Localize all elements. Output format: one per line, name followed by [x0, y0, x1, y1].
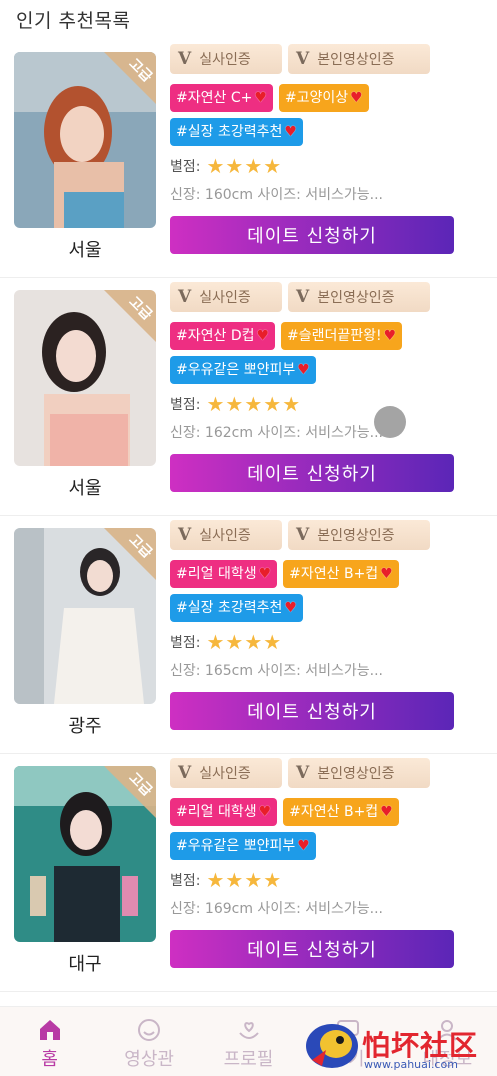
grade-ribbon: 고급	[102, 766, 156, 820]
size-info: 신장: 160cm 사이즈: 서비스가능...	[170, 187, 383, 203]
tag-chip: #우유같은 뽀얀피부 ♥	[170, 356, 316, 384]
profile-photo[interactable]: 고급	[14, 528, 156, 704]
tag-chip: #자연산 D컵 ♥	[170, 322, 276, 350]
smile-icon	[138, 1019, 161, 1041]
rating: 별점: ★★★★	[170, 868, 460, 892]
star-icons: ★★★★	[206, 630, 283, 654]
verified-v-icon: V	[178, 49, 192, 69]
photo-verified-badge: V 실사인증	[170, 520, 282, 550]
city-label: 서울	[68, 478, 102, 499]
photo-verified-badge: V 실사인증	[170, 758, 282, 788]
profile-list: 고급 서울 V 실사인증 V 본인영상인증 #자연산 C+ ♥ #고양이상 ♥ #실장 …	[0, 40, 497, 992]
tag-chip: #리얼 대학생 ♥	[170, 560, 278, 588]
video-verified-badge: V 본인영상인증	[288, 282, 430, 312]
profile-card[interactable]: 고급 서울 V 실사인증 V 본인영상인증 #자연산 C+ ♥ #고양이상 ♥ #실장 …	[0, 40, 497, 278]
date-request-button[interactable]: 데이트 신청하기	[170, 454, 454, 492]
verified-v-icon: V	[296, 763, 310, 783]
heart-icon: ♥	[256, 328, 270, 344]
grade-ribbon: 고급	[102, 528, 156, 582]
rating: 별점: ★★★★	[170, 154, 460, 178]
star-icons: ★★★★	[206, 154, 283, 178]
verified-v-icon: V	[178, 287, 192, 307]
tag-chip: #리얼 대학생 ♥	[170, 798, 278, 826]
watermark-logo-icon	[306, 1024, 358, 1068]
tag-chip: #자연산 B+컵 ♥	[283, 798, 399, 826]
tab-video[interactable]: 영상관	[99, 1007, 198, 1076]
date-request-button[interactable]: 데이트 신청하기	[170, 216, 454, 254]
heart-icon: ♥	[258, 804, 272, 820]
heart-icon: ♥	[380, 566, 393, 582]
photo-verified-badge: V 실사인증	[170, 282, 282, 312]
heart-icon: ♥	[284, 600, 297, 616]
heart-icon: ♥	[254, 90, 267, 106]
size-info: 신장: 162cm 사이즈: 서비스가능...	[170, 425, 383, 441]
date-request-button[interactable]: 데이트 신청하기	[170, 692, 454, 730]
verified-v-icon: V	[296, 49, 310, 69]
video-verified-badge: V 본인영상인증	[288, 758, 430, 788]
date-request-button[interactable]: 데이트 신청하기	[170, 930, 454, 968]
page-title: 인기 추천목록	[16, 10, 131, 32]
tab-profile[interactable]: 프로필	[199, 1007, 298, 1076]
grade-ribbon: 고급	[102, 290, 156, 344]
verified-v-icon: V	[296, 287, 310, 307]
video-verified-badge: V 본인영상인증	[288, 44, 430, 74]
profile-card[interactable]: 고급 광주 V 실사인증 V 본인영상인증 #리얼 대학생 ♥ #자연산 B+컵 ♥ #…	[0, 516, 497, 754]
touch-indicator	[374, 406, 406, 438]
heart-icon: ♥	[284, 124, 297, 140]
tag-chip: #실장 초강력추천 ♥	[170, 594, 303, 622]
tag-chip: #자연산 C+ ♥	[170, 84, 273, 112]
video-verified-badge: V 본인영상인증	[288, 520, 430, 550]
heart-icon: ♥	[258, 566, 272, 582]
size-info: 신장: 165cm 사이즈: 서비스가능...	[170, 663, 383, 679]
size-info: 신장: 169cm 사이즈: 서비스가능...	[170, 901, 383, 917]
watermark: 怕坏社区 www.pahuai.com	[302, 1012, 497, 1076]
tab-home[interactable]: 홈	[0, 1007, 99, 1076]
rating: 별점: ★★★★	[170, 630, 460, 654]
star-icons: ★★★★	[206, 868, 283, 892]
tag-chip: #고양이상 ♥	[278, 84, 369, 112]
heart-icon: ♥	[350, 90, 363, 106]
heart-icon: ♥	[383, 328, 397, 344]
watermark-url: www.pahuai.com	[364, 1058, 458, 1071]
rating-label: 별점:	[170, 873, 201, 889]
verified-v-icon: V	[178, 525, 192, 545]
star-icons: ★★★★★	[206, 392, 302, 416]
tag-chip: #우유같은 뽀얀피부 ♥	[170, 832, 316, 860]
profile-card[interactable]: 고급 서울 V 실사인증 V 본인영상인증 #자연산 D컵 ♥ #슬랜더끝판왕! ♥ #…	[0, 278, 497, 516]
city-label: 대구	[68, 954, 102, 975]
verified-v-icon: V	[178, 763, 192, 783]
rating-label: 별점:	[170, 159, 201, 175]
photo-verified-badge: V 실사인증	[170, 44, 282, 74]
rating-label: 별점:	[170, 635, 201, 651]
heart-icon: ♥	[297, 362, 310, 378]
home-icon	[39, 1020, 60, 1040]
profile-card[interactable]: 고급 대구 V 실사인증 V 본인영상인증 #리얼 대학생 ♥ #자연산 B+컵 ♥ #…	[0, 754, 497, 992]
city-label: 광주	[68, 716, 102, 737]
verified-v-icon: V	[296, 525, 310, 545]
heart-hand-icon	[238, 1022, 259, 1039]
tag-chip: #실장 초강력추천 ♥	[170, 118, 303, 146]
profile-photo[interactable]: 고급	[14, 290, 156, 466]
rating-label: 별점:	[170, 397, 201, 413]
tag-chip: #자연산 B+컵 ♥	[283, 560, 399, 588]
city-label: 서울	[68, 240, 102, 261]
tag-chip: #슬랜더끝판왕! ♥	[281, 322, 403, 350]
heart-icon: ♥	[380, 804, 393, 820]
grade-ribbon: 고급	[102, 52, 156, 106]
profile-photo[interactable]: 고급	[14, 766, 156, 942]
rating: 별점: ★★★★★	[170, 392, 460, 416]
profile-photo[interactable]: 고급	[14, 52, 156, 228]
heart-icon: ♥	[297, 838, 310, 854]
